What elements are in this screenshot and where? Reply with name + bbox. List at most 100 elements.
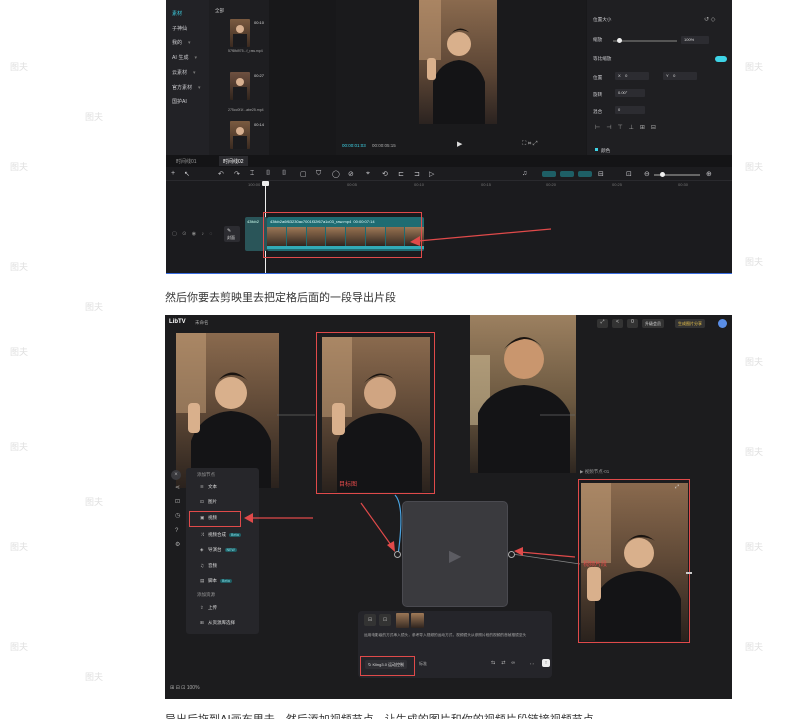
output-handle[interactable] [686, 572, 692, 574]
ruler-tick: 00:30 [678, 182, 689, 187]
zoom-out-icon[interactable]: ⊖ [644, 170, 650, 178]
cursor-icon[interactable]: ↖ [184, 170, 190, 178]
uniform-scale-toggle[interactable] [715, 56, 727, 62]
section-checkbox[interactable] [595, 148, 598, 151]
media-thumbnail[interactable] [230, 72, 250, 100]
node-video-merge[interactable]: ⤨ 视频合成 Beta [200, 532, 242, 538]
input-port[interactable] [394, 551, 401, 558]
app-logo[interactable]: LibTV [169, 319, 186, 325]
undo-icon[interactable]: ↶ [218, 170, 224, 178]
text-icon[interactable]: ⊟ [364, 614, 376, 626]
share-icon[interactable]: < [612, 319, 623, 328]
node-audio[interactable]: ♫ 音频 [200, 563, 217, 569]
position-size-label[interactable]: 位置大小 [593, 17, 611, 23]
close-icon[interactable]: × [171, 470, 181, 480]
watermark: 图夫 [745, 63, 764, 73]
position-y-input[interactable]: Y 0 [663, 72, 697, 80]
scale-input[interactable]: 100% [681, 36, 709, 44]
scale-slider-handle[interactable] [617, 38, 622, 43]
credits-badge[interactable]: 0 [627, 319, 638, 328]
redo-icon[interactable]: ↷ [234, 170, 240, 178]
media-thumbnail[interactable] [230, 19, 250, 47]
zoom-slider-handle[interactable] [660, 172, 665, 177]
snap-button[interactable] [578, 171, 592, 177]
count-stepper[interactable]: ‹ › [530, 661, 534, 666]
reference-thumbnail[interactable] [411, 613, 424, 628]
node-image[interactable]: ⊡ 图片 [200, 499, 217, 505]
fullscreen-icon[interactable]: ⛶ ⌗ ⤢ [522, 141, 538, 148]
mic-icon[interactable]: ♫ [522, 170, 527, 177]
share-image-button[interactable]: 生成图片分享 [675, 319, 705, 328]
add-icon[interactable]: + [171, 170, 175, 177]
media-filename: 275cc0f1f...abe25.mp4 [228, 108, 264, 112]
prompt-tools[interactable]: ⇆⇄∞ [491, 660, 521, 666]
output-port[interactable] [508, 551, 515, 558]
category-item[interactable]: 我的 ▾ [172, 39, 191, 46]
reverse-icon[interactable]: ⊘ [348, 170, 354, 178]
position-x-input[interactable]: X 0 [615, 72, 649, 80]
reference-thumbnail[interactable] [396, 613, 409, 628]
settings-icon[interactable]: ⚙ [175, 541, 180, 548]
magnet-button[interactable] [560, 171, 574, 177]
category-item[interactable]: 子神仙 [172, 25, 187, 32]
player-preview[interactable] [419, 0, 497, 124]
project-name[interactable]: 未命名 [195, 320, 209, 326]
help-icon[interactable]: ? [175, 528, 178, 534]
reset-icon[interactable]: ↺ ◇ [704, 16, 715, 23]
caption-icon[interactable]: ⊟ [598, 170, 604, 178]
prompt-text[interactable]: 运用电影级的方式串入镜头，参考导入视频的运动方式，视频镜头从参照片段的视频的首帧… [364, 633, 544, 638]
mirror-icon[interactable]: ⊏ [398, 170, 404, 178]
node-script[interactable]: ▤ 脚本 Beta [200, 578, 233, 584]
history-icon[interactable]: ◷ [175, 512, 180, 519]
watermark: 图夫 [745, 258, 764, 268]
video-node[interactable]: ▶ [402, 501, 508, 607]
more-icon[interactable]: ⊐ [414, 170, 420, 178]
avatar[interactable] [718, 319, 727, 328]
align-icons[interactable]: ⊢⊣⊤⊥⊞⊟ [595, 124, 662, 131]
track-controls[interactable]: ▢ ⊙ ◉ ♪ ◌ [172, 231, 214, 237]
tab-timeline-02[interactable]: 时间线02 [219, 156, 248, 166]
mode-selector[interactable]: 标准 [419, 661, 427, 667]
split-left-icon[interactable]: ⌷ [266, 170, 270, 178]
category-item[interactable]: AI 生成 ▾ [172, 54, 197, 61]
shield-icon[interactable]: ⛉ [316, 170, 321, 178]
delete-icon[interactable]: ▢ [300, 170, 307, 178]
canvas-zoom-controls[interactable]: ⊞ ⊟ ⊡ 100% [170, 685, 200, 691]
split-right-icon[interactable]: ⌷ [282, 170, 286, 178]
blend-input[interactable]: 0 [615, 106, 645, 114]
freeze-icon[interactable]: ◯ [332, 170, 340, 178]
media-filter[interactable]: 全部 [215, 8, 224, 14]
clip-prefix: 43fcb2 [247, 219, 260, 224]
cover-button[interactable]: ✎ 封面 [224, 226, 240, 242]
playhead-handle[interactable] [262, 181, 269, 186]
node-director[interactable]: ◈ 导演台 NEW [200, 547, 237, 553]
media-thumbnail[interactable] [230, 121, 250, 149]
link-button[interactable] [542, 171, 556, 177]
play-icon[interactable]: ▷ [429, 170, 434, 178]
blend-label: 混合 [593, 110, 603, 115]
tab-timeline-01[interactable]: 时间线01 [176, 158, 197, 165]
preview-icon[interactable]: ⊡ [626, 170, 632, 178]
image-icon[interactable]: ⊡ [175, 498, 180, 505]
rotate-icon[interactable]: ⟲ [382, 170, 388, 178]
expand-icon[interactable]: ⤢ [597, 319, 608, 328]
send-button[interactable]: ↑ [542, 659, 550, 667]
category-item[interactable]: 国护AI [172, 98, 187, 105]
category-item[interactable]: 官方素材 ▾ [172, 84, 201, 91]
rotate-input[interactable]: 0.00° [615, 89, 645, 97]
category-item[interactable]: 云素材 ▾ [172, 69, 196, 76]
node-text[interactable]: ≡ 文本 [200, 484, 217, 490]
scale-slider[interactable] [613, 40, 677, 42]
share-node-icon[interactable]: ⋖ [175, 484, 180, 491]
upgrade-button[interactable]: 升级会员 [642, 319, 664, 328]
watermark: 图夫 [85, 303, 104, 313]
crop-icon[interactable]: ⌖ [366, 170, 370, 178]
library-item[interactable]: ⊞ 从资源库选择 [200, 620, 235, 626]
zoom-in-icon[interactable]: ⊕ [706, 170, 712, 178]
split-icon[interactable]: ⌶ [250, 170, 254, 178]
upload-item[interactable]: ⇪ 上传 [200, 605, 217, 611]
source-image-node[interactable] [176, 333, 279, 488]
category-item[interactable]: 素材 [172, 10, 182, 17]
play-icon[interactable]: ▶ [457, 140, 462, 148]
image-icon[interactable]: ⊡ [379, 614, 391, 626]
